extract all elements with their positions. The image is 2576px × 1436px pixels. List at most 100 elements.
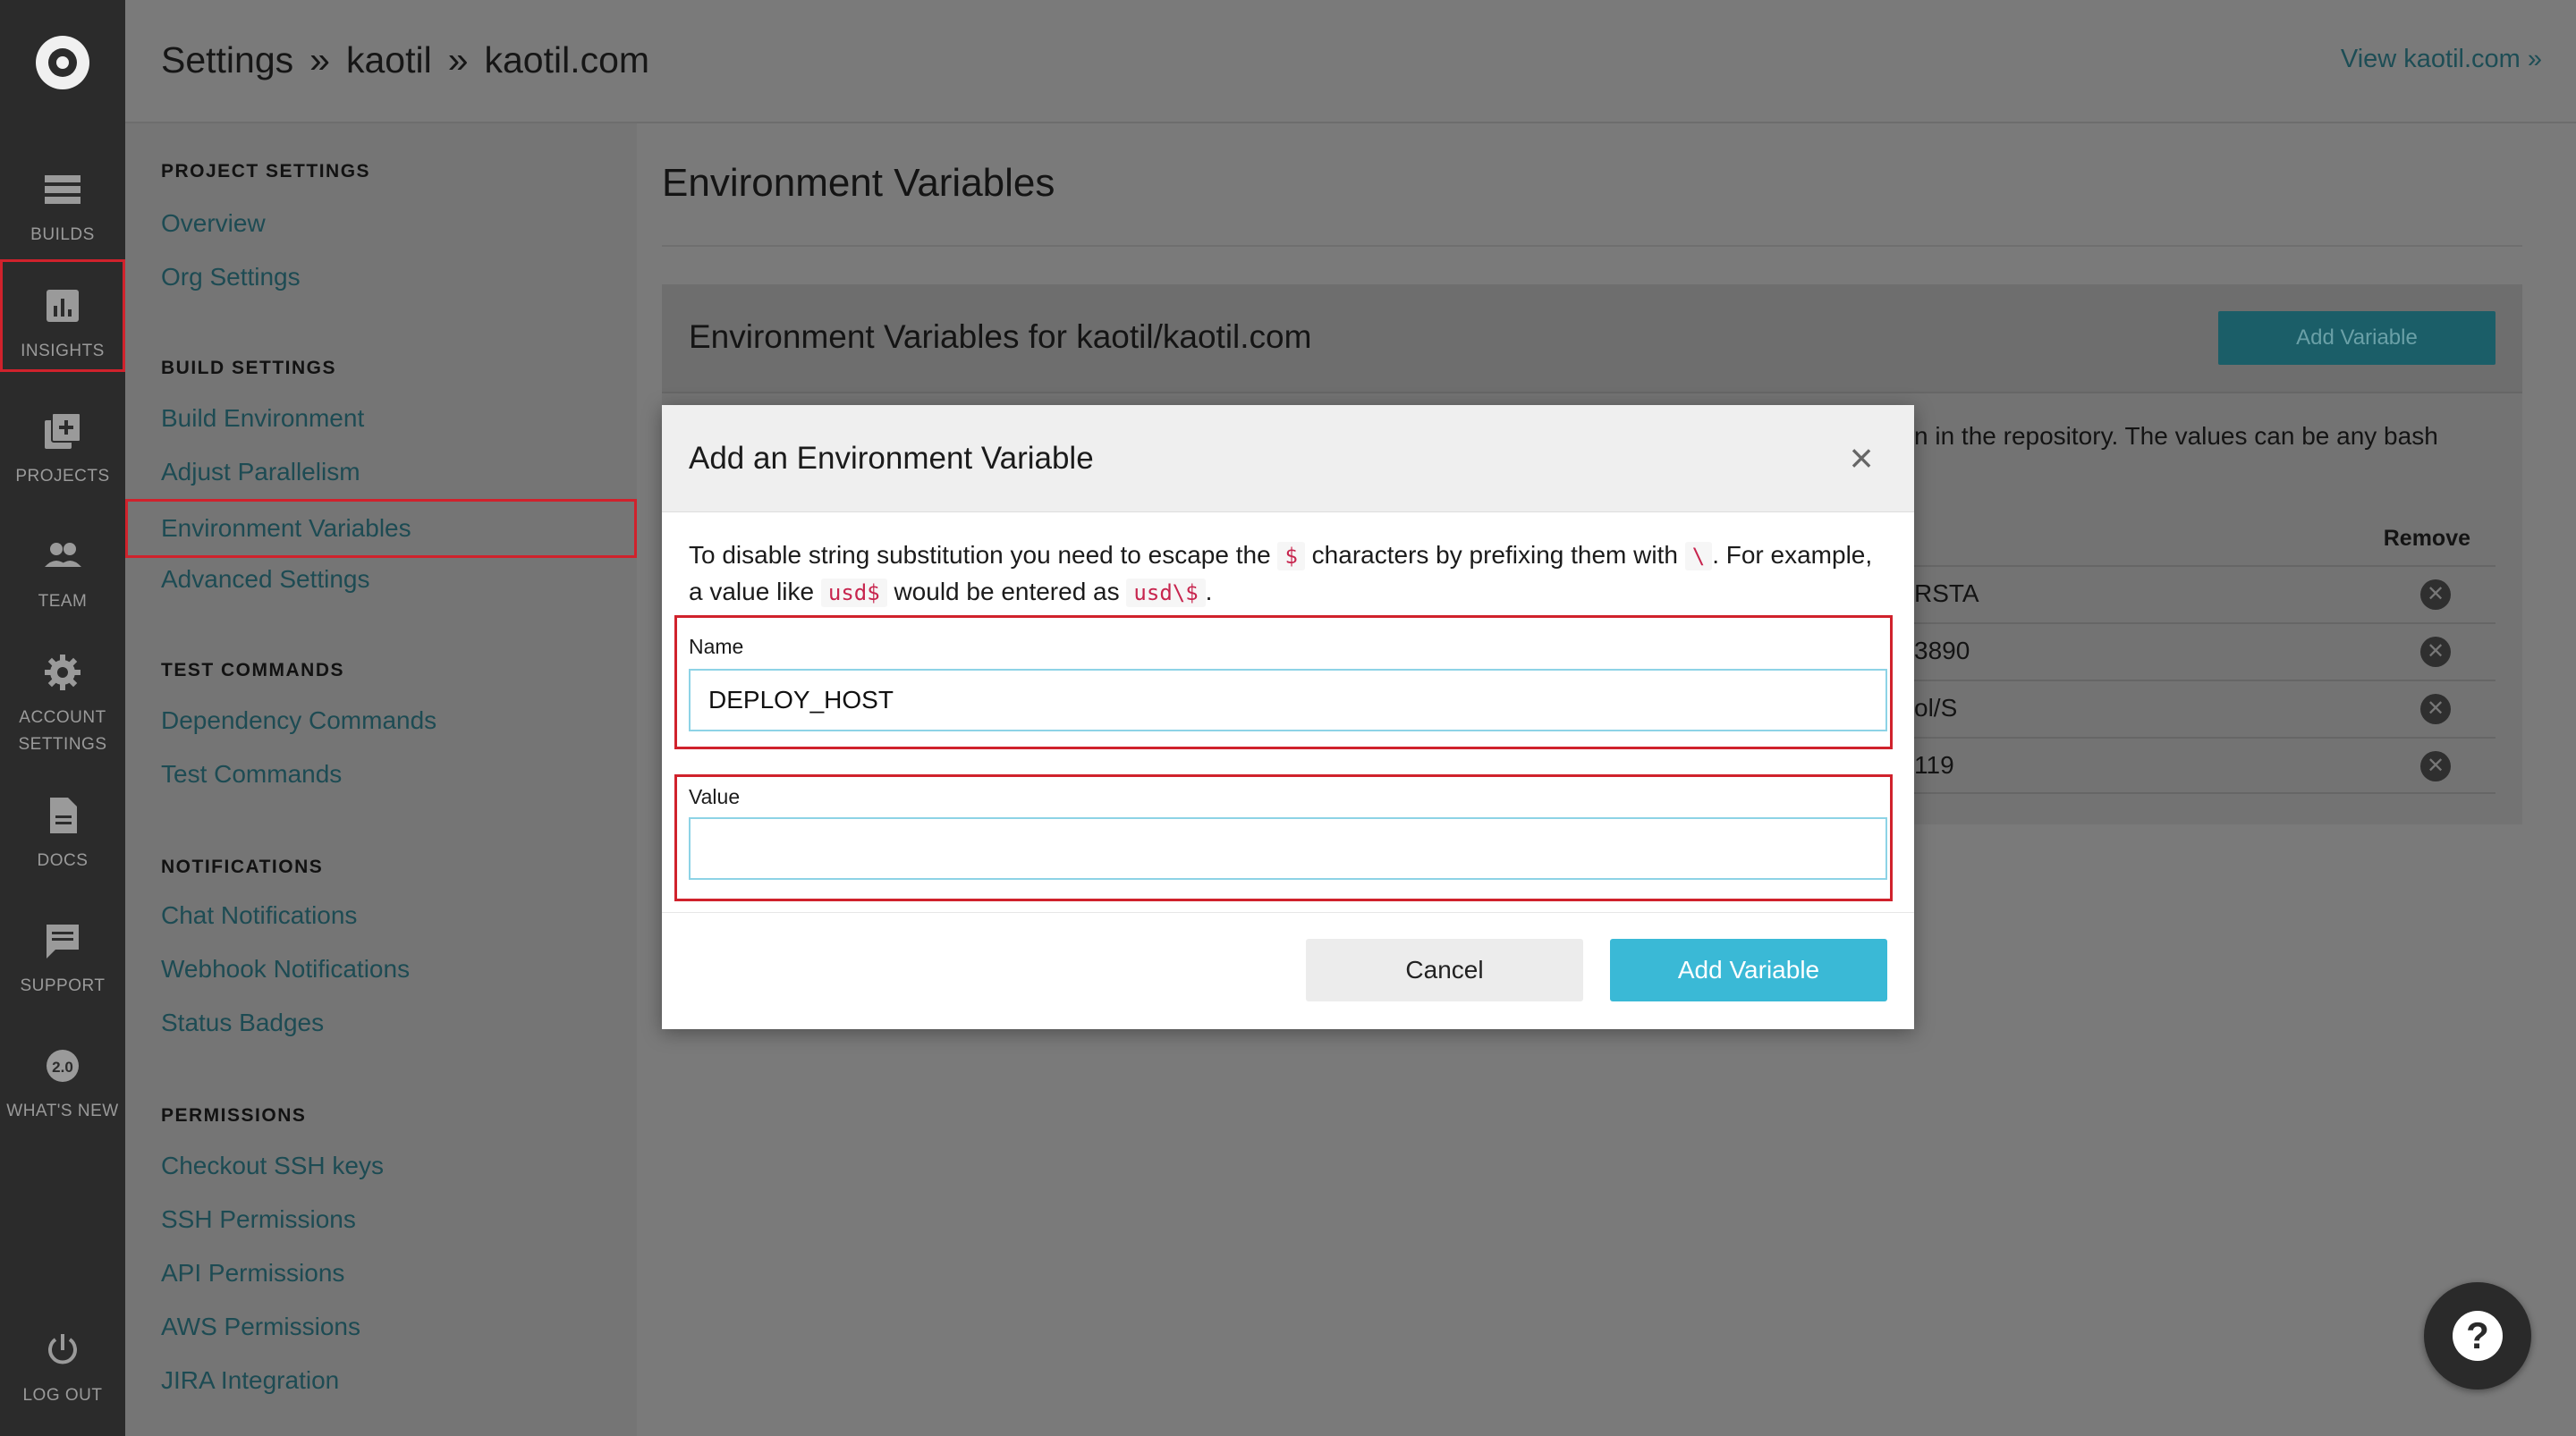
sidebar-item-jira-integration[interactable]: JIRA Integration <box>161 1366 339 1395</box>
value-input[interactable] <box>689 817 1887 880</box>
whats-new-icon: 2.0 <box>47 1050 79 1082</box>
nav-logout-label: LOG OUT <box>22 1386 103 1405</box>
help-text-part: would be entered as <box>894 578 1120 605</box>
env-var-value: 3890 <box>1914 637 1970 664</box>
projects-icon <box>45 412 81 449</box>
nav-insights[interactable]: INSIGHTS <box>0 259 125 372</box>
nav-support[interactable]: SUPPORT <box>0 894 125 1010</box>
value-field-group: Value <box>674 774 1893 901</box>
top-header: Settings » kaotil » kaotil.com View kaotil.c… <box>125 0 2576 123</box>
remove-icon[interactable]: ✕ <box>2420 751 2451 781</box>
code-snippet: usd$ <box>820 579 887 607</box>
nav-whats-new[interactable]: 2.0 WHAT'S NEW <box>0 1019 125 1136</box>
nav-builds-label: BUILDS <box>30 225 95 244</box>
code-snippet: usd\$ <box>1126 579 1206 607</box>
env-var-value: 119 <box>1914 751 1954 779</box>
help-text-part: characters by prefixing them with <box>1311 541 1678 569</box>
value-label: Value <box>689 785 741 808</box>
builds-icon <box>45 175 80 204</box>
sidebar-item-org-settings[interactable]: Org Settings <box>161 263 301 291</box>
table-row: 119 ✕ <box>1914 737 2496 794</box>
circleci-logo-icon[interactable] <box>36 36 89 89</box>
whats-new-badge: 2.0 <box>52 1059 73 1076</box>
modal-footer-divider <box>662 912 1914 913</box>
nav-team[interactable]: TEAM <box>0 510 125 626</box>
breadcrumb-project[interactable]: kaotil.com <box>485 39 650 80</box>
breadcrumb-separator: » <box>309 39 330 80</box>
power-icon <box>48 1334 77 1364</box>
close-icon[interactable]: × <box>1839 435 1884 480</box>
nav-account-label-line2: SETTINGS <box>18 735 107 754</box>
nav-logout[interactable]: LOG OUT <box>0 1304 125 1420</box>
sidebar-item-chat-notifications[interactable]: Chat Notifications <box>161 901 357 930</box>
breadcrumb-org[interactable]: kaotil <box>346 39 432 80</box>
nav-insights-label: INSIGHTS <box>21 342 105 360</box>
code-snippet: $ <box>1277 542 1305 570</box>
code-snippet: \ <box>1684 542 1713 570</box>
help-button[interactable]: ? <box>2424 1282 2531 1390</box>
env-var-value: ol/S <box>1914 694 1958 722</box>
panel-header: Environment Variables for kaotil/kaotil.… <box>662 284 2522 393</box>
sidebar-item-aws-permissions[interactable]: AWS Permissions <box>161 1313 360 1341</box>
sidebar-item-adjust-parallelism[interactable]: Adjust Parallelism <box>161 458 360 486</box>
page-title: Environment Variables <box>662 161 1055 205</box>
view-project-link[interactable]: View kaotil.com » <box>2341 45 2542 74</box>
nav-support-label: SUPPORT <box>20 976 106 995</box>
modal-title: Add an Environment Variable <box>689 441 1094 476</box>
remove-icon[interactable]: ✕ <box>2420 694 2451 724</box>
section-build-settings: BUILD SETTINGS <box>161 358 337 378</box>
sidebar-item-dependency-commands[interactable]: Dependency Commands <box>161 706 436 735</box>
remove-column-header: Remove <box>2383 526 2470 551</box>
name-field-group: Name <box>674 615 1893 749</box>
sidebar-item-status-badges[interactable]: Status Badges <box>161 1009 324 1037</box>
nav-docs-label: DOCS <box>37 851 89 870</box>
help-text-part: a value like <box>689 578 815 605</box>
sidebar-item-environment-variables[interactable]: Environment Variables <box>125 499 637 558</box>
support-icon <box>47 925 79 959</box>
cancel-button[interactable]: Cancel <box>1306 939 1583 1001</box>
nav-whats-new-label: WHAT'S NEW <box>6 1102 119 1120</box>
section-project-settings: PROJECT SETTINGS <box>161 161 371 182</box>
nav-account-label-line1: ACCOUNT <box>19 708 106 727</box>
panel-description: n in the repository. The values can be a… <box>1914 422 2438 450</box>
gear-icon <box>45 655 80 690</box>
remove-icon[interactable]: ✕ <box>2420 579 2451 610</box>
breadcrumb: Settings » kaotil » kaotil.com <box>161 39 649 81</box>
name-label: Name <box>689 635 744 658</box>
sidebar-item-advanced-settings[interactable]: Advanced Settings <box>161 565 370 594</box>
title-divider <box>662 245 2522 247</box>
section-notifications: NOTIFICATIONS <box>161 857 324 877</box>
table-row: 3890 ✕ <box>1914 622 2496 680</box>
sidebar-item-build-environment[interactable]: Build Environment <box>161 404 364 433</box>
nav-builds[interactable]: BUILDS <box>0 143 125 259</box>
env-var-value: RSTA <box>1914 579 1979 607</box>
nav-projects[interactable]: PROJECTS <box>0 384 125 501</box>
sidebar-item-test-commands[interactable]: Test Commands <box>161 760 342 789</box>
table-row: RSTA ✕ <box>1914 565 2496 622</box>
docs-icon <box>50 798 77 833</box>
breadcrumb-separator: » <box>447 39 469 80</box>
help-text-part: . <box>1205 578 1213 605</box>
sidebar-item-webhook-notifications[interactable]: Webhook Notifications <box>161 955 410 984</box>
section-permissions: PERMISSIONS <box>161 1105 307 1126</box>
table-row: ol/S ✕ <box>1914 680 2496 737</box>
name-input[interactable] <box>689 669 1887 731</box>
team-icon <box>45 543 81 567</box>
nav-account-settings[interactable]: ACCOUNT SETTINGS <box>0 626 125 760</box>
help-icon: ? <box>2453 1311 2503 1361</box>
sidebar-item-api-permissions[interactable]: API Permissions <box>161 1259 344 1288</box>
add-variable-button[interactable]: Add Variable <box>2218 311 2496 365</box>
help-text-part: To disable string substitution you need … <box>689 541 1271 569</box>
insights-icon <box>47 290 79 322</box>
sidebar-item-ssh-permissions[interactable]: SSH Permissions <box>161 1205 356 1234</box>
modal-header: Add an Environment Variable × <box>662 405 1914 512</box>
remove-icon[interactable]: ✕ <box>2420 637 2451 667</box>
sidebar-item-overview[interactable]: Overview <box>161 209 266 238</box>
nav-docs[interactable]: DOCS <box>0 769 125 885</box>
section-test-commands: TEST COMMANDS <box>161 660 344 680</box>
breadcrumb-settings[interactable]: Settings <box>161 39 293 80</box>
nav-team-label: TEAM <box>38 592 88 611</box>
panel-title: Environment Variables for kaotil/kaotil.… <box>689 318 1312 355</box>
submit-add-variable-button[interactable]: Add Variable <box>1610 939 1887 1001</box>
sidebar-item-checkout-ssh-keys[interactable]: Checkout SSH keys <box>161 1152 384 1180</box>
